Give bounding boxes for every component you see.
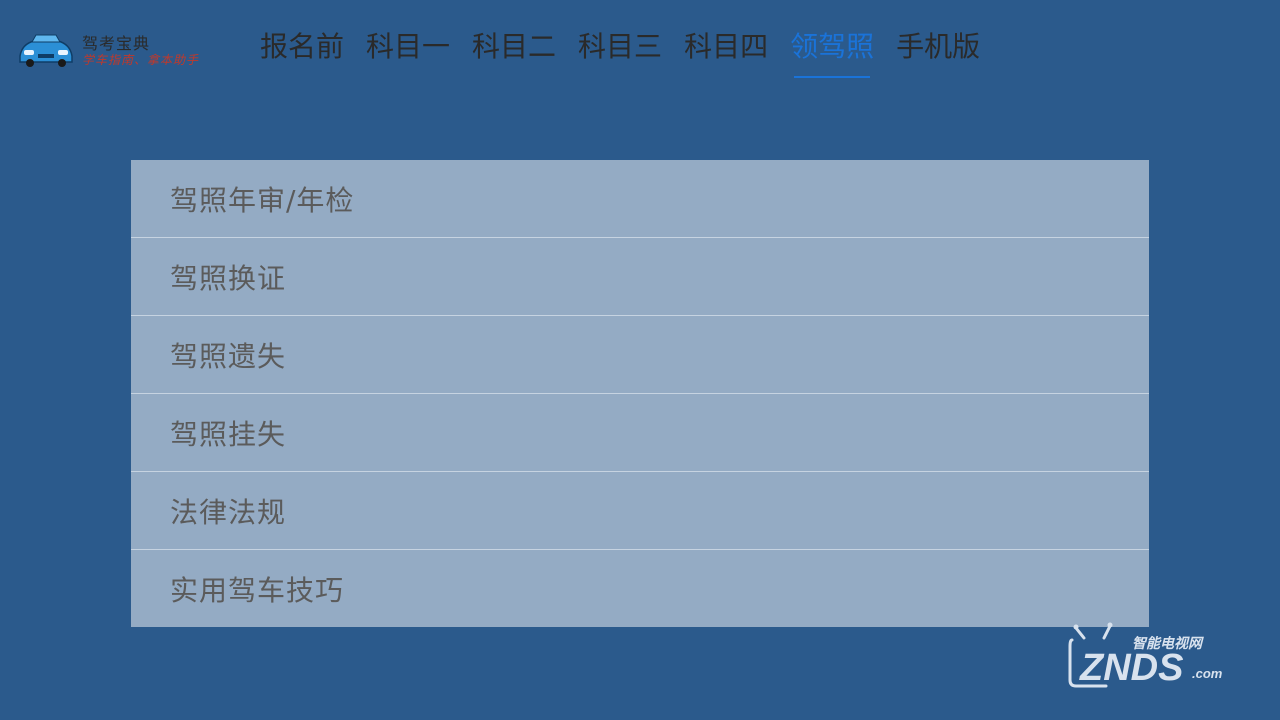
nav-tab-subject-1[interactable]: 科目一 bbox=[366, 26, 450, 82]
menu-item-laws-regulations[interactable]: 法律法规 bbox=[131, 472, 1149, 550]
menu-item-label: 实用驾车技巧 bbox=[170, 573, 345, 607]
watermark-suffix: .com bbox=[1192, 666, 1223, 681]
nav-tab-subject-3[interactable]: 科目三 bbox=[578, 26, 662, 82]
nav-tab-mobile-version[interactable]: 手机版 bbox=[896, 26, 980, 82]
top-nav: 报名前 科目一 科目二 科目三 科目四 领驾照 手机版 bbox=[260, 26, 1002, 82]
znds-watermark-logo: 智能电视网 ZNDS .com bbox=[1068, 622, 1223, 689]
menu-item-annual-review[interactable]: 驾照年审/年检 bbox=[131, 160, 1149, 238]
car-logo-icon bbox=[19, 34, 73, 67]
nav-tab-subject-4[interactable]: 科目四 bbox=[684, 26, 768, 82]
menu-item-label: 法律法规 bbox=[170, 495, 287, 529]
logo-slogan: 学车指南、拿本助手 bbox=[82, 53, 200, 67]
menu-item-label: 驾照年审/年检 bbox=[170, 183, 355, 217]
license-menu-list: 驾照年审/年检 驾照换证 驾照遗失 驾照挂失 法律法规 实用驾车技巧 bbox=[131, 160, 1149, 627]
menu-item-label: 驾照挂失 bbox=[170, 417, 287, 451]
app-logo: 驾考宝典 学车指南、拿本助手 bbox=[16, 26, 236, 76]
menu-item-report-loss[interactable]: 驾照挂失 bbox=[131, 394, 1149, 472]
menu-item-license-renewal[interactable]: 驾照换证 bbox=[131, 238, 1149, 316]
watermark-brand: ZNDS bbox=[1079, 647, 1183, 689]
nav-tab-subject-2[interactable]: 科目二 bbox=[472, 26, 556, 82]
menu-item-license-lost[interactable]: 驾照遗失 bbox=[131, 316, 1149, 394]
menu-item-driving-tips[interactable]: 实用驾车技巧 bbox=[131, 550, 1149, 627]
menu-item-label: 驾照遗失 bbox=[170, 339, 287, 373]
nav-tab-get-license[interactable]: 领驾照 bbox=[790, 26, 874, 82]
menu-item-label: 驾照换证 bbox=[170, 261, 287, 295]
nav-tab-before-registration[interactable]: 报名前 bbox=[260, 26, 344, 82]
